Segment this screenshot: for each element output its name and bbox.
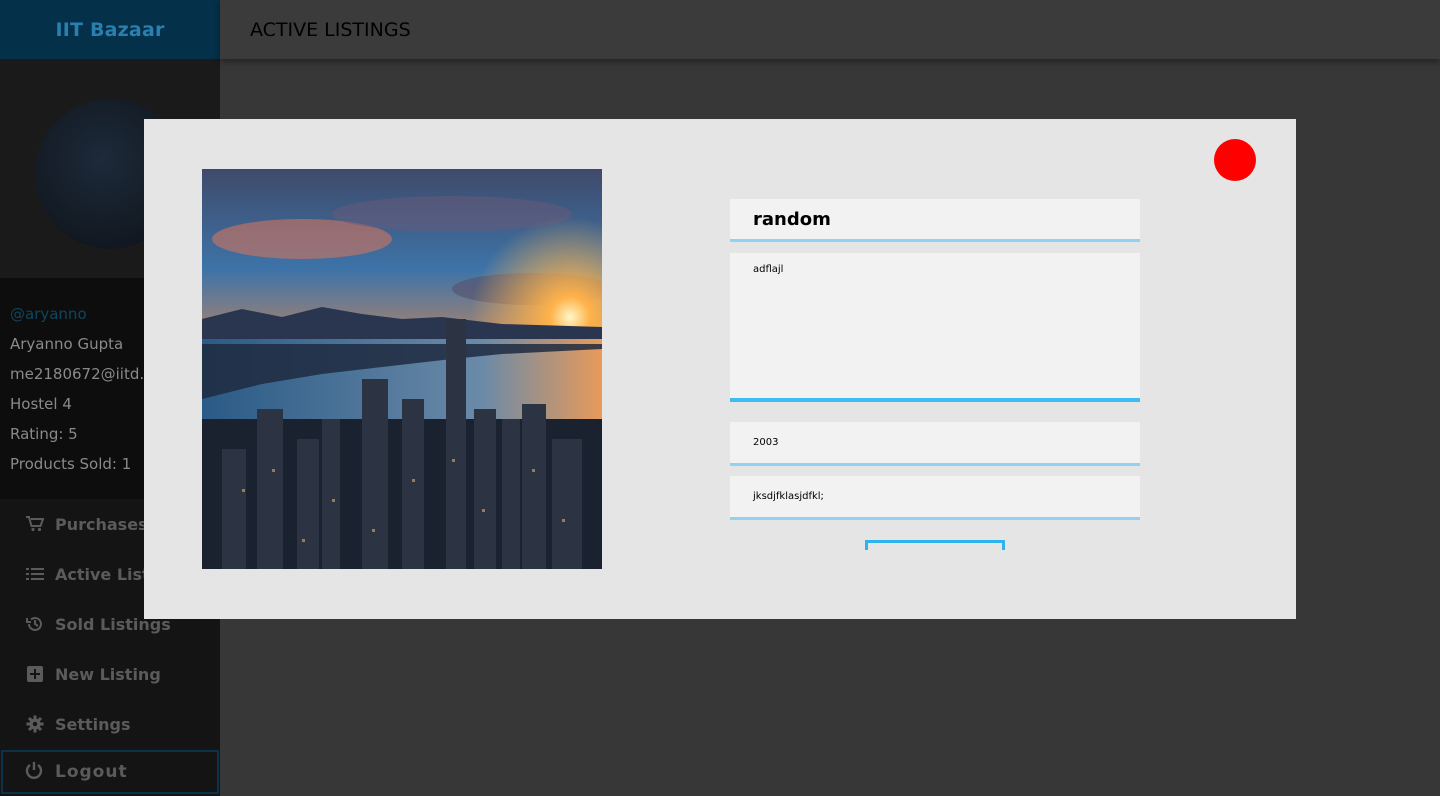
cart-icon [25, 514, 45, 534]
city-sunset-image [202, 169, 602, 569]
sidebar-item-label: New Listing [55, 664, 161, 684]
gear-icon [25, 714, 45, 734]
brand-header: IIT Bazaar [0, 0, 220, 59]
category-field[interactable]: jksdjfklasjdfkl; [730, 476, 1140, 520]
price-value: 2003 [753, 437, 779, 448]
power-icon [25, 761, 43, 784]
listing-image [202, 169, 602, 569]
sidebar-item-new-listing[interactable]: New Listing [0, 649, 220, 699]
listing-modal: random adflajl 2003 jksdjfklasjdfkl; [144, 119, 1296, 619]
price-field[interactable]: 2003 [730, 422, 1140, 466]
description-value: adflajl [753, 264, 784, 275]
title-value: random [753, 208, 831, 230]
logout-button[interactable]: Logout [1, 750, 219, 794]
logout-label: Logout [55, 762, 128, 782]
page-header: ACTIVE LISTINGS [220, 0, 1440, 59]
page-title: ACTIVE LISTINGS [250, 18, 411, 41]
title-field[interactable]: random [730, 199, 1140, 242]
sidebar-item-label: Purchases [55, 514, 148, 534]
brand-name: IIT Bazaar [55, 18, 165, 41]
plus-square-icon [25, 664, 45, 684]
list-icon [25, 564, 45, 584]
sidebar-item-settings[interactable]: Settings [0, 699, 220, 749]
history-icon [25, 614, 45, 634]
sidebar-item-label: Settings [55, 714, 131, 734]
category-value: jksdjfklasjdfkl; [753, 491, 824, 502]
description-field[interactable]: adflajl [730, 253, 1140, 402]
close-button[interactable] [1214, 139, 1256, 181]
submit-button[interactable] [865, 540, 1005, 550]
